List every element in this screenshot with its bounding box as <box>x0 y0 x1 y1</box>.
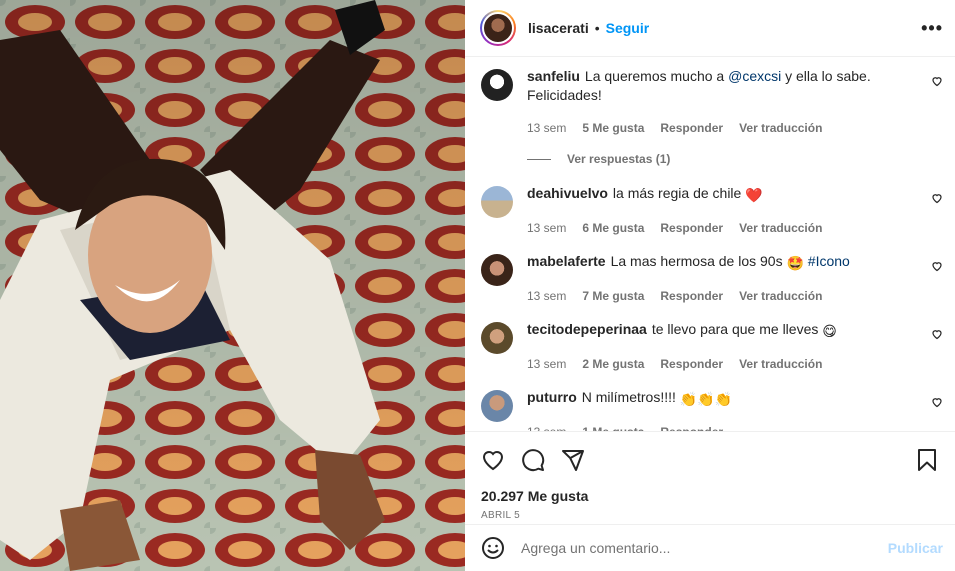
post-date[interactable]: ABRIL 5 <box>481 510 939 521</box>
comment-text: N milímetros!!!! <box>581 389 676 405</box>
comment-hashtag[interactable]: #Icono <box>808 253 850 269</box>
action-icons <box>481 444 939 476</box>
comment-time[interactable]: 13 sem <box>527 423 566 431</box>
comment-username[interactable]: tecitodepeperinaa <box>527 321 647 337</box>
yum-emoji: 😋 <box>822 323 837 339</box>
reply-button[interactable]: Responder <box>660 423 723 431</box>
translate-button[interactable]: Ver traducción <box>739 119 822 138</box>
comment-username[interactable]: puturro <box>527 389 577 405</box>
comment-like-icon[interactable] <box>931 260 943 272</box>
comment-item: tecitodepeperinaa te llevo para que me ll… <box>465 320 955 374</box>
comment-like-icon[interactable] <box>931 75 943 87</box>
post-actions: 20.297 Me gusta ABRIL 5 Publicar <box>465 431 955 571</box>
comment-username[interactable]: mabelaferte <box>527 253 606 269</box>
comment-likes[interactable]: 6 Me gusta <box>582 219 644 238</box>
comment-text: La queremos mucho a <box>584 68 729 84</box>
emoji-icon[interactable] <box>481 536 505 560</box>
post-image[interactable] <box>0 0 465 571</box>
likes-count[interactable]: 20.297 Me gusta <box>481 488 939 504</box>
comment-likes[interactable]: 5 Me gusta <box>582 119 644 138</box>
post-photo <box>0 0 465 571</box>
comment-like-icon[interactable] <box>931 396 943 408</box>
more-icon[interactable]: ••• <box>921 18 943 39</box>
comment-likes[interactable]: 1 Me gusta <box>582 423 644 431</box>
author-avatar[interactable] <box>480 10 516 46</box>
translate-button[interactable]: Ver traducción <box>739 287 822 306</box>
comment-item: mabelaferte La mas hermosa de los 90s 🤩 #… <box>465 252 955 306</box>
comment-text: La mas hermosa de los 90s <box>610 253 783 269</box>
comment-item: sanfeliu La queremos mucho a @cexcsi y el… <box>465 67 955 138</box>
commenter-avatar[interactable] <box>481 322 513 354</box>
header-separator: • <box>594 20 600 36</box>
translate-button[interactable]: Ver traducción <box>739 219 822 238</box>
comment-like-icon[interactable] <box>931 328 943 340</box>
post-sidebar: lisacerati • Seguir ••• sanfeliu La quere… <box>465 0 955 571</box>
comments-list[interactable]: sanfeliu La queremos mucho a @cexcsi y el… <box>465 57 955 431</box>
follow-button[interactable]: Seguir <box>606 20 650 36</box>
comment-time[interactable]: 13 sem <box>527 119 566 138</box>
reply-button[interactable]: Responder <box>660 287 723 306</box>
comment-like-icon[interactable] <box>931 192 943 204</box>
reply-button[interactable]: Responder <box>660 219 723 238</box>
comment-time[interactable]: 13 sem <box>527 287 566 306</box>
comment-likes[interactable]: 7 Me gusta <box>582 287 644 306</box>
replies-line <box>527 158 551 160</box>
translate-button[interactable]: Ver traducción <box>739 355 822 374</box>
commenter-avatar[interactable] <box>481 69 513 101</box>
heart-emoji: ❤️ <box>745 187 763 203</box>
comment-text: la más regia de chile <box>612 185 742 201</box>
star-eyes-emoji: 🤩 <box>786 255 804 271</box>
comment-mention[interactable]: @cexcsi <box>728 68 781 84</box>
comment-username[interactable]: sanfeliu <box>527 68 580 84</box>
bookmark-icon[interactable] <box>915 448 939 472</box>
comment-item: puturroN milímetros!!!! 👏👏👏 13 sem 1 Me … <box>465 388 955 431</box>
comment-username[interactable]: deahivuelvo <box>527 185 608 201</box>
comment-input[interactable] <box>519 539 888 557</box>
comment-time[interactable]: 13 sem <box>527 355 566 374</box>
clap-emoji: 👏👏👏 <box>679 391 733 407</box>
comment-icon[interactable] <box>521 448 545 472</box>
post-header: lisacerati • Seguir ••• <box>465 0 955 57</box>
commenter-avatar[interactable] <box>481 254 513 286</box>
heart-icon[interactable] <box>481 448 505 472</box>
view-replies-button[interactable]: Ver respuestas (1) <box>527 152 955 166</box>
view-replies-label: Ver respuestas (1) <box>567 152 671 166</box>
comment-time[interactable]: 13 sem <box>527 219 566 238</box>
reply-button[interactable]: Responder <box>660 119 723 138</box>
reply-button[interactable]: Responder <box>660 355 723 374</box>
share-icon[interactable] <box>561 448 585 472</box>
comment-text: te llevo para que me lleves <box>651 321 819 337</box>
commenter-avatar[interactable] <box>481 390 513 422</box>
publish-button[interactable]: Publicar <box>888 540 943 556</box>
comment-likes[interactable]: 2 Me gusta <box>582 355 644 374</box>
author-username[interactable]: lisacerati <box>528 20 589 36</box>
comment-item: deahivuelvo la más regia de chile ❤️ 13 s… <box>465 184 955 238</box>
add-comment-bar: Publicar <box>465 524 955 571</box>
commenter-avatar[interactable] <box>481 186 513 218</box>
